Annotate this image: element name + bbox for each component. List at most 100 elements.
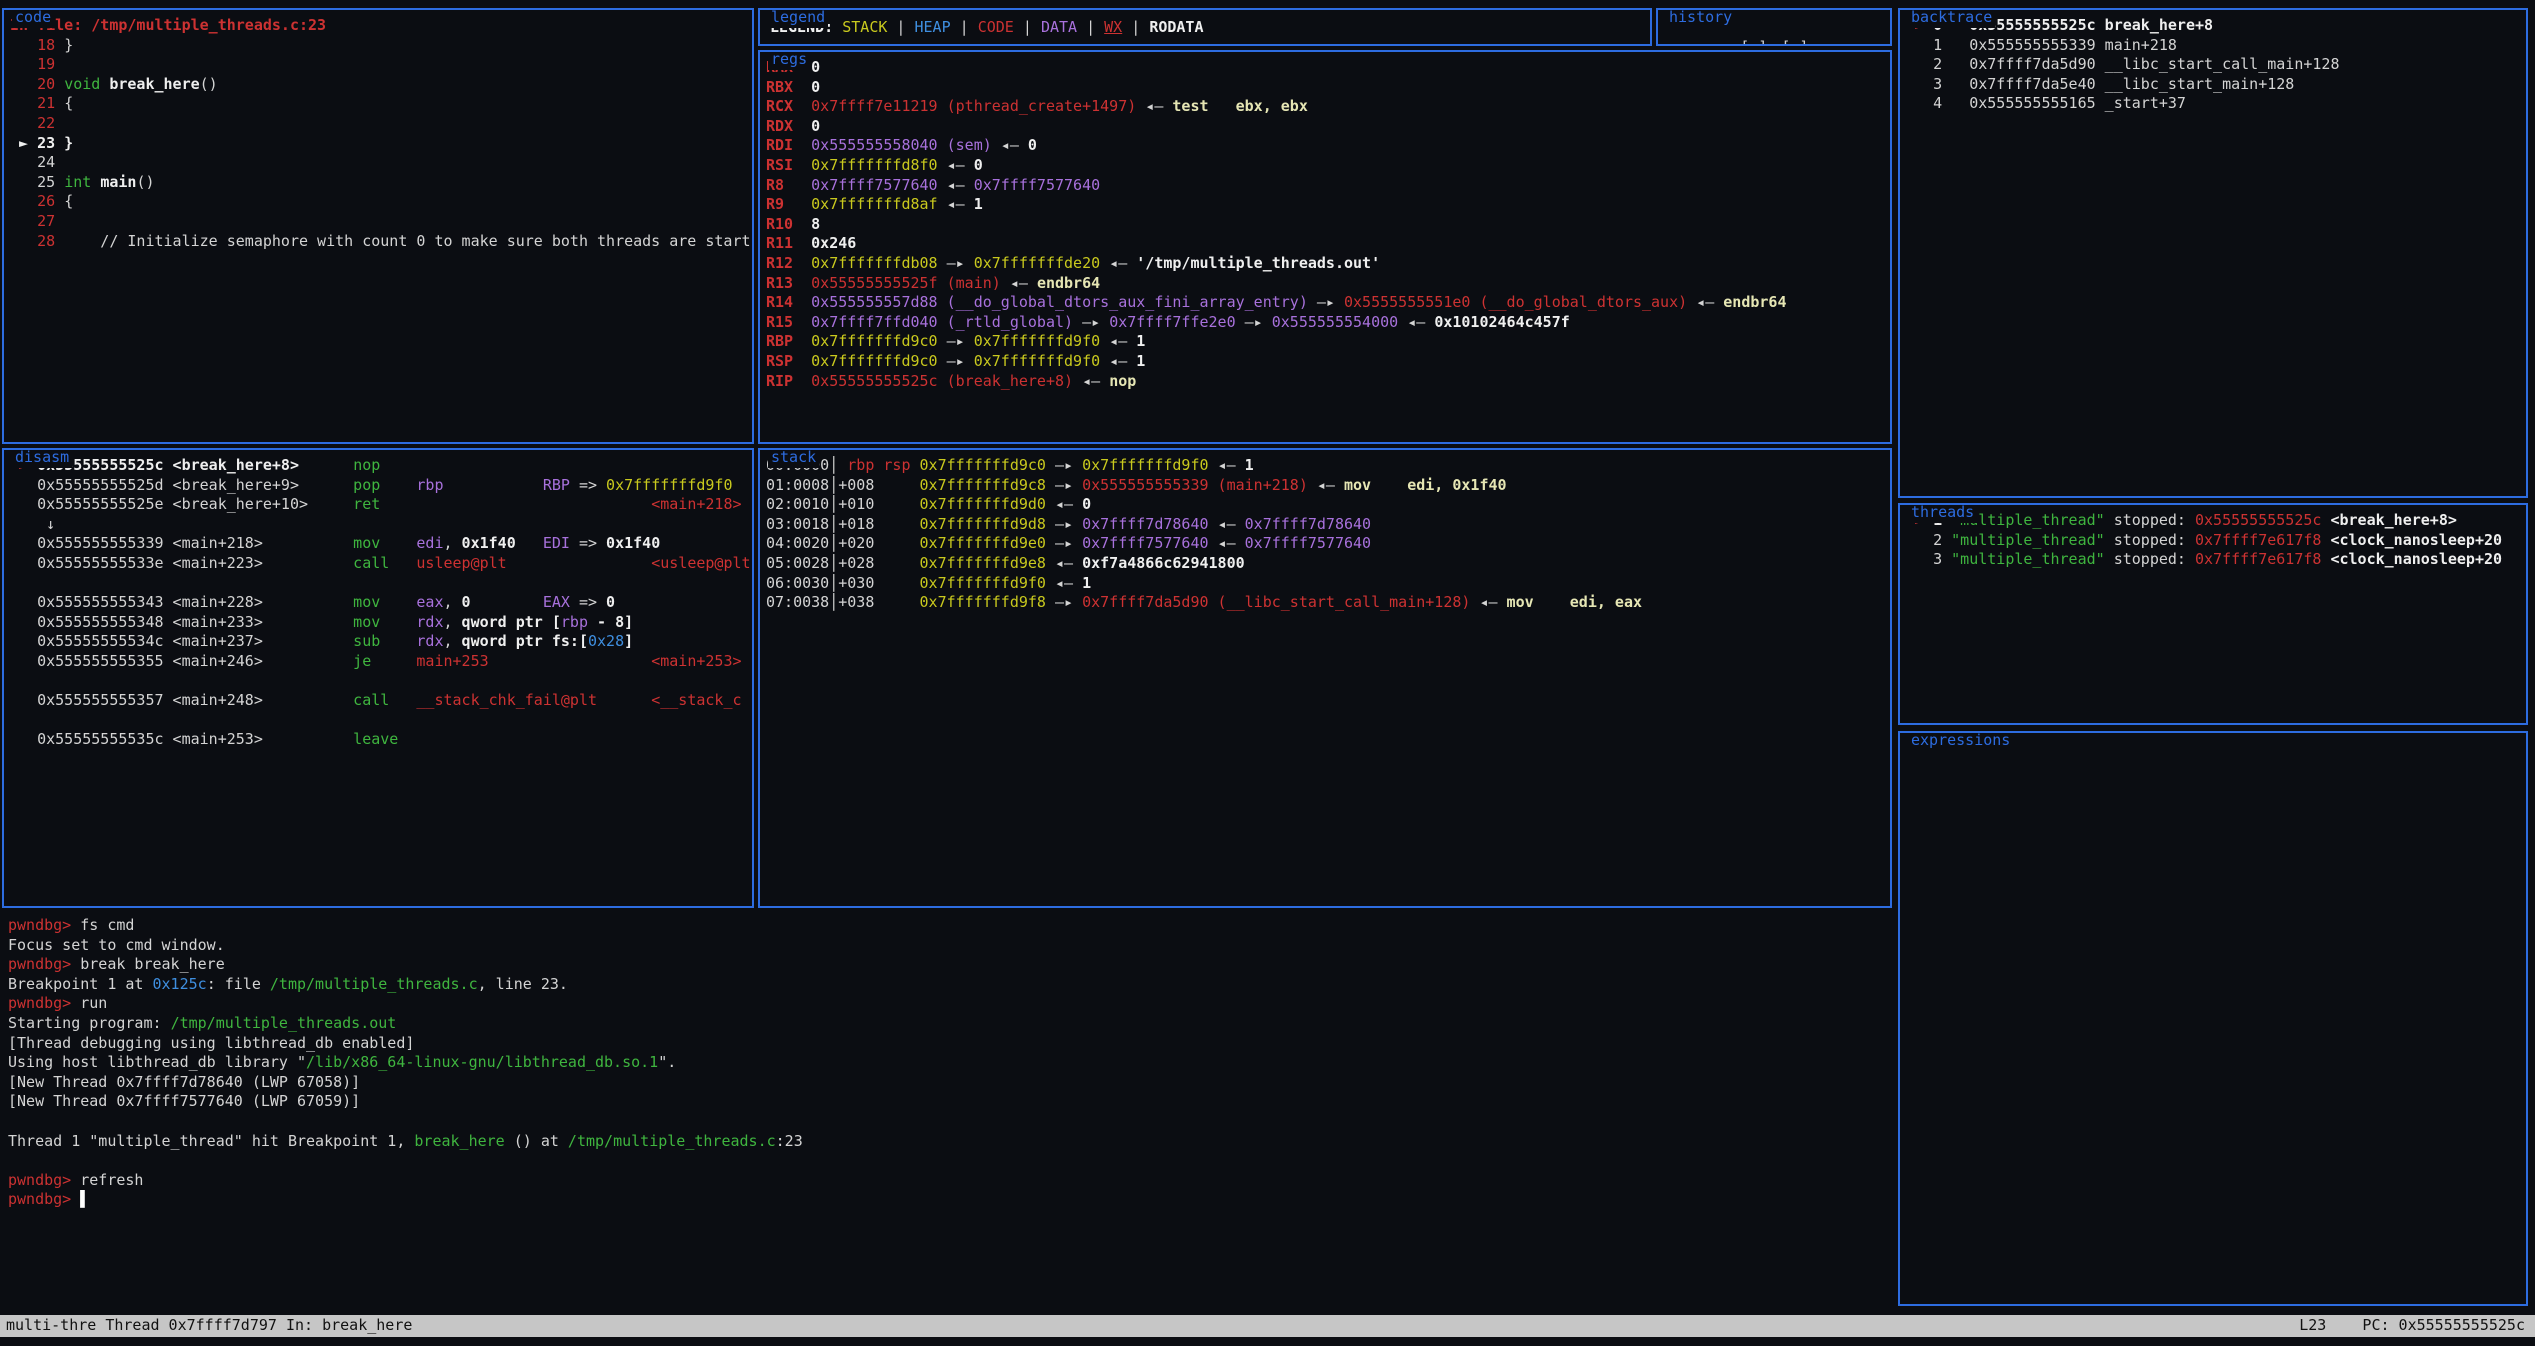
regs-line: RSP 0x7fffffffd9c0 —▸ 0x7fffffffd9f0 ◂— …: [766, 352, 1888, 372]
code-line: 19: [10, 55, 750, 75]
backtrace-row: 3 0x7ffff7da5e40 __libc_start_main+128: [1906, 75, 2524, 95]
code-line: 18 }: [10, 36, 750, 56]
backtrace-lines: ► 0 0x55555555525c break_here+8 1 0x5555…: [1900, 10, 2526, 496]
pwndbg-terminal: code In file: /tmp/multiple_threads.c:23…: [0, 0, 2535, 1346]
code-line: ► 23 }: [10, 134, 750, 154]
code-line: 28 // Initialize semaphore with count 0 …: [10, 232, 750, 252]
legend-line: LEGEND: STACK | HEAP | CODE | DATA | WX …: [760, 10, 1650, 44]
regs-line: RAX 0: [766, 58, 1888, 78]
terminal-output[interactable]: pwndbg> fs cmdFocus set to cmd window.pw…: [8, 916, 1888, 1310]
stack-line: 01:0008│+008 0x7fffffffd9c8 —▸ 0x5555555…: [766, 476, 1888, 496]
history-panel-title: history: [1666, 8, 1735, 28]
terminal-line: pwndbg> break break_here: [8, 955, 1888, 975]
stack-line: 07:0038│+038 0x7fffffffd9f8 —▸ 0x7ffff7d…: [766, 593, 1888, 613]
regs-panel-title: regs: [768, 50, 810, 70]
status-bar-left: multi-thre Thread 0x7ffff7d797 In: break…: [6, 1316, 412, 1337]
disasm-panel: disasm ► 0x55555555525c <break_here+8> n…: [2, 448, 754, 908]
stack-line: 00:0000│ rbp rsp 0x7fffffffd9c0 —▸ 0x7ff…: [766, 456, 1888, 476]
code-line: 20 void break_here(): [10, 75, 750, 95]
regs-line: R14 0x555555557d88 (__do_global_dtors_au…: [766, 293, 1888, 313]
disasm-line: [10, 574, 750, 594]
terminal-line: [New Thread 0x7ffff7577640 (LWP 67059)]: [8, 1092, 1888, 1112]
backtrace-panel: backtrace ► 0 0x55555555525c break_here+…: [1898, 8, 2528, 498]
backtrace-row: 1 0x555555555339 main+218: [1906, 36, 2524, 56]
regs-line: R8 0x7ffff7577640 ◂— 0x7ffff7577640: [766, 176, 1888, 196]
terminal-line: Using host libthread_db library "/lib/x8…: [8, 1053, 1888, 1073]
terminal-line: [8, 1112, 1888, 1132]
disasm-line: 0x55555555525e <break_here+10> ret <main…: [10, 495, 750, 515]
disasm-panel-title: disasm: [12, 448, 72, 468]
history-forward-button[interactable]: [→]: [1781, 38, 1808, 44]
disasm-line: 0x555555555343 <main+228> mov eax, 0 EAX…: [10, 593, 750, 613]
terminal-line: pwndbg> fs cmd: [8, 916, 1888, 936]
disasm-line: 0x55555555533e <main+223> call usleep@pl…: [10, 554, 750, 574]
disasm-lines: ► 0x55555555525c <break_here+8> nop 0x55…: [4, 450, 752, 906]
disasm-line: 0x555555555348 <main+233> mov rdx, qword…: [10, 613, 750, 633]
code-lines: In file: /tmp/multiple_threads.c:23 18 }…: [4, 10, 752, 442]
threads-panel: threads ► 1 "multiple_thread" stopped: 0…: [1898, 503, 2528, 725]
stack-panel-title: stack: [768, 448, 819, 468]
threads-panel-title: threads: [1908, 503, 1977, 523]
terminal-line: [New Thread 0x7ffff7d78640 (LWP 67058)]: [8, 1073, 1888, 1093]
history-panel: history [←] [→]: [1656, 8, 1892, 46]
legend-line: LEGEND: STACK | HEAP | CODE | DATA | WX …: [770, 18, 1650, 38]
threads-row: 2 "multiple_thread" stopped: 0x7ffff7e61…: [1906, 531, 2524, 551]
threads-row: ► 1 "multiple_thread" stopped: 0x5555555…: [1906, 511, 2524, 531]
regs-line: RIP 0x55555555525c (break_here+8) ◂— nop: [766, 372, 1888, 392]
disasm-line: ↓: [10, 515, 750, 535]
backtrace-row: ► 0 0x55555555525c break_here+8: [1906, 16, 2524, 36]
registers-panel: regs RAX 0RBX 0RCX 0x7ffff7e11219 (pthre…: [758, 50, 1892, 444]
code-line: 22: [10, 114, 750, 134]
disasm-line: 0x555555555339 <main+218> mov edi, 0x1f4…: [10, 534, 750, 554]
code-line: 26 {: [10, 192, 750, 212]
terminal-line: Focus set to cmd window.: [8, 936, 1888, 956]
code-line: 21 {: [10, 94, 750, 114]
stack-line: 02:0010│+010 0x7fffffffd9d0 ◂— 0: [766, 495, 1888, 515]
code-line: 24: [10, 153, 750, 173]
stack-lines: 00:0000│ rbp rsp 0x7fffffffd9c0 —▸ 0x7ff…: [760, 450, 1890, 906]
regs-line: R12 0x7fffffffdb08 —▸ 0x7fffffffde20 ◂— …: [766, 254, 1888, 274]
terminal-line: Thread 1 "multiple_thread" hit Breakpoin…: [8, 1132, 1888, 1152]
stack-line: 03:0018│+018 0x7fffffffd9d8 —▸ 0x7ffff7d…: [766, 515, 1888, 535]
threads-row: 3 "multiple_thread" stopped: 0x7ffff7e61…: [1906, 550, 2524, 570]
disasm-line: 0x55555555535c <main+253> leave: [10, 730, 750, 750]
regs-line: R9 0x7fffffffd8af ◂— 1: [766, 195, 1888, 215]
disasm-line: [10, 711, 750, 731]
regs-line: RDI 0x555555558040 (sem) ◂— 0: [766, 136, 1888, 156]
terminal-line: Breakpoint 1 at 0x125c: file /tmp/multip…: [8, 975, 1888, 995]
regs-line: RBX 0: [766, 78, 1888, 98]
history-back-button[interactable]: [←]: [1740, 38, 1767, 44]
regs-line: RCX 0x7ffff7e11219 (pthread_create+1497)…: [766, 97, 1888, 117]
code-line: 27: [10, 212, 750, 232]
terminal-line: [Thread debugging using libthread_db ena…: [8, 1034, 1888, 1054]
regs-line: RSI 0x7fffffffd8f0 ◂— 0: [766, 156, 1888, 176]
regs-line: R11 0x246: [766, 234, 1888, 254]
regs-line: R10 8: [766, 215, 1888, 235]
expressions-panel-title: expressions: [1908, 731, 2013, 751]
backtrace-row: 4 0x555555555165 _start+37: [1906, 94, 2524, 114]
backtrace-panel-title: backtrace: [1908, 8, 1995, 28]
terminal-line: [8, 1151, 1888, 1171]
code-panel: code In file: /tmp/multiple_threads.c:23…: [2, 8, 754, 444]
threads-lines: ► 1 "multiple_thread" stopped: 0x5555555…: [1900, 505, 2526, 723]
terminal-line: pwndbg> ▌: [8, 1190, 1888, 1210]
regs-lines: RAX 0RBX 0RCX 0x7ffff7e11219 (pthread_cr…: [760, 52, 1890, 442]
legend-panel-title: legend: [768, 8, 828, 28]
expressions-panel: expressions: [1898, 731, 2528, 1306]
stack-line: 04:0020│+020 0x7fffffffd9e0 —▸ 0x7ffff75…: [766, 534, 1888, 554]
disasm-line: 0x55555555525d <break_here+9> pop rbp RB…: [10, 476, 750, 496]
terminal-line: pwndbg> refresh: [8, 1171, 1888, 1191]
disasm-line: 0x555555555355 <main+246> je main+253 <m…: [10, 652, 750, 672]
disasm-line: ► 0x55555555525c <break_here+8> nop: [10, 456, 750, 476]
stack-line: 05:0028│+028 0x7fffffffd9e8 ◂— 0xf7a4866…: [766, 554, 1888, 574]
stack-line: 06:0030│+030 0x7fffffffd9f0 ◂— 1: [766, 574, 1888, 594]
status-bar-right: L23 PC: 0x55555555525c: [2299, 1316, 2525, 1337]
backtrace-row: 2 0x7ffff7da5d90 __libc_start_call_main+…: [1906, 55, 2524, 75]
regs-line: RBP 0x7fffffffd9c0 —▸ 0x7fffffffd9f0 ◂— …: [766, 332, 1888, 352]
disasm-line: 0x555555555357 <main+248> call __stack_c…: [10, 691, 750, 711]
terminal-line: Starting program: /tmp/multiple_threads.…: [8, 1014, 1888, 1034]
code-line: 25 int main(): [10, 173, 750, 193]
disasm-line: 0x55555555534c <main+237> sub rdx, qword…: [10, 632, 750, 652]
legend-panel: legend LEGEND: STACK | HEAP | CODE | DAT…: [758, 8, 1652, 46]
code-line: In file: /tmp/multiple_threads.c:23: [10, 16, 750, 36]
